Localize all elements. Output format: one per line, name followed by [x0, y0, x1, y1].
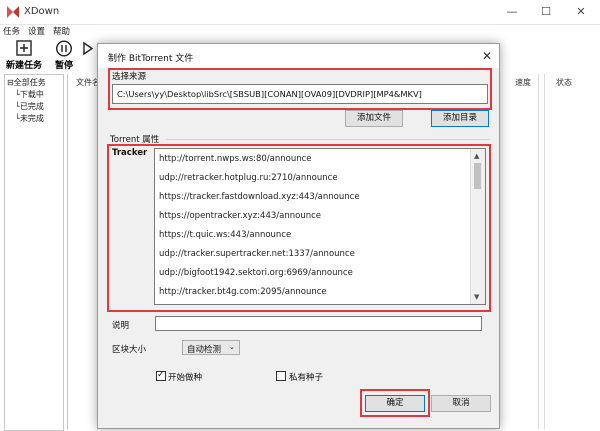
xdown-logo-icon [6, 5, 20, 19]
maximize-icon[interactable]: ☐ [537, 4, 555, 20]
source-path-field[interactable]: C:\Users\yy\Desktop\libSrc\[SBSUB][CONAN… [112, 84, 488, 104]
tracker-url: https://t.quic.ws:443/announce [159, 230, 292, 240]
column-divider [544, 74, 545, 429]
tree-root-label: 全部任务 [13, 78, 46, 87]
tree-root-all-tasks[interactable]: ⊟全部任务 [7, 77, 46, 88]
private-seed-checkbox[interactable] [276, 371, 286, 381]
tracker-url: udp://bigfoot1942.sektori.org:6969/annou… [159, 268, 353, 278]
chevron-down-icon: ⌄ [229, 343, 235, 351]
tracker-url: udp://tracker.supertracker.net:1337/anno… [159, 249, 355, 259]
tracker-list-box[interactable]: http://torrent.nwps.ws:80/announce udp:/… [154, 148, 486, 305]
start-seeding-checkbox[interactable]: ✓ [156, 370, 166, 381]
ok-button[interactable]: 确定 [365, 395, 425, 412]
checkmark-icon: ✓ [157, 370, 165, 380]
start-seeding-label: 开始做种 [168, 373, 203, 383]
scroll-thumb[interactable] [474, 163, 481, 189]
tracker-label: Tracker [112, 148, 148, 158]
private-seed-label: 私有种子 [289, 373, 324, 383]
cancel-button[interactable]: 取消 [431, 395, 491, 412]
column-header-status[interactable]: 状态 [556, 77, 572, 88]
start-icon [82, 40, 94, 60]
start-button[interactable] [78, 38, 98, 72]
tree-item-downloading[interactable]: └下载中 [15, 89, 44, 100]
group-separator [166, 139, 490, 140]
source-path-value: C:\Users\yy\Desktop\libSrc\[SBSUB][CONAN… [117, 89, 422, 99]
add-file-button[interactable]: 添加文件 [345, 110, 403, 127]
plus-icon [16, 40, 32, 59]
menu-task[interactable]: 任务 [3, 25, 20, 37]
main-title-bar: XDown — ☐ ✕ [0, 0, 600, 25]
tracker-url: udp://retracker.hotplug.ru:2710/announce [159, 173, 338, 183]
menu-settings[interactable]: 设置 [28, 25, 45, 37]
tree-item-label: 下载中 [19, 90, 44, 99]
minimize-icon[interactable]: — [503, 4, 521, 20]
comment-label: 说明 [112, 321, 130, 331]
tree-item-label: 已完成 [19, 102, 44, 111]
scroll-up-icon[interactable]: ▲ [474, 152, 479, 160]
block-size-select[interactable]: 自动检测 ⌄ [182, 340, 240, 355]
column-header-speed[interactable]: 速度 [515, 77, 531, 88]
column-divider [538, 74, 539, 429]
tracker-url: https://tracker.fastdownload.xyz:443/ann… [159, 192, 360, 202]
add-folder-button[interactable]: 添加目录 [431, 110, 489, 127]
block-size-value: 自动检测 [187, 345, 222, 355]
tracker-url: http://torrent.nwps.ws:80/announce [159, 154, 312, 164]
app-title: XDown [24, 6, 60, 17]
tracker-scrollbar[interactable]: ▲ ▼ [470, 149, 485, 304]
dialog-title: 制作 BitTorrent 文件 [108, 54, 194, 64]
menu-help[interactable]: 帮助 [53, 25, 70, 37]
dialog-title-bar: 制作 BitTorrent 文件 ✕ [98, 44, 499, 68]
task-tree: ⊟全部任务 └下载中 └已完成 └未完成 [4, 74, 64, 431]
dialog-close-icon[interactable]: ✕ [480, 49, 494, 63]
pause-icon [55, 40, 73, 60]
block-size-label: 区块大小 [112, 345, 147, 355]
scroll-down-icon[interactable]: ▼ [474, 293, 479, 301]
tree-item-label: 未完成 [19, 114, 44, 123]
source-label: 选择来源 [112, 72, 147, 82]
tree-item-completed[interactable]: └已完成 [15, 101, 44, 112]
tracker-url: http://tracker.bt4g.com:2095/announce [159, 287, 327, 297]
make-torrent-dialog: 制作 BitTorrent 文件 ✕ 选择来源 C:\Users\yy\Desk… [97, 43, 500, 429]
tree-item-incomplete[interactable]: └未完成 [15, 113, 44, 124]
comment-field[interactable] [155, 316, 482, 331]
close-window-icon[interactable]: ✕ [572, 4, 590, 20]
menu-bar: 任务 设置 帮助 [0, 24, 600, 38]
tracker-url: https://opentracker.xyz:443/announce [159, 211, 321, 221]
